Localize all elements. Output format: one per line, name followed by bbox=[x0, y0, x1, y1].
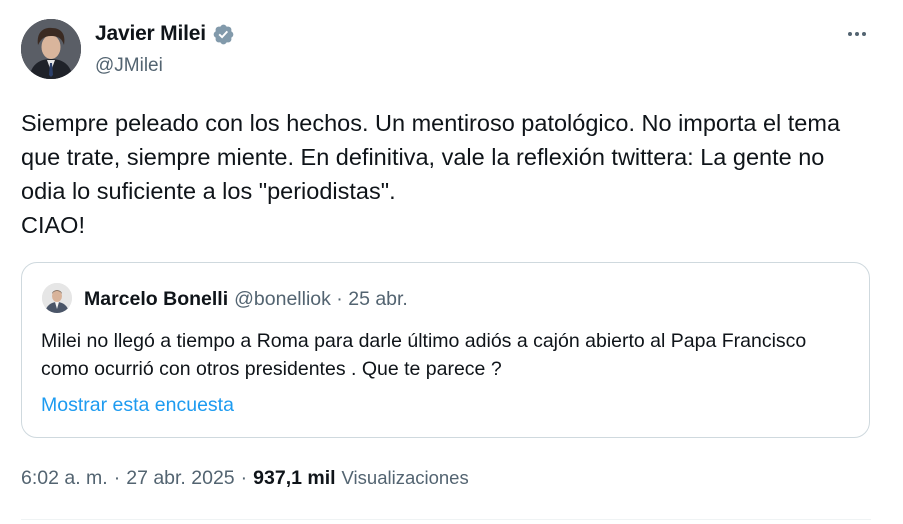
quoted-tweet-header: Marcelo Bonelli @bonelliok · 25 abr. bbox=[84, 288, 408, 311]
more-horizontal-icon bbox=[848, 32, 852, 36]
meta-separator: · bbox=[240, 467, 248, 489]
author-name-row: Javier Milei bbox=[95, 22, 235, 46]
tweet-text: Siempre peleado con los hechos. Un menti… bbox=[21, 110, 841, 238]
quoted-author-name: Marcelo Bonelli bbox=[84, 288, 229, 310]
tweet-meta-row: 6:02 a. m. · 27 abr. 2025 · 937,1 mil Vi… bbox=[21, 467, 469, 490]
views-label: Visualizaciones bbox=[341, 467, 469, 488]
meta-separator: · bbox=[113, 467, 121, 489]
tweet-date[interactable]: 27 abr. 2025 bbox=[126, 467, 234, 490]
more-horizontal-icon bbox=[855, 32, 859, 36]
views-count: 937,1 mil bbox=[253, 467, 336, 489]
tweet-container: Javier Milei @JMilei Siempre peleado con… bbox=[0, 0, 903, 524]
more-options-button[interactable] bbox=[843, 22, 871, 46]
quoted-author-meta: @bonelliok · 25 abr. bbox=[234, 288, 408, 310]
author-avatar[interactable] bbox=[21, 19, 81, 79]
quoted-tweet-text: Milei no llegó a tiempo a Roma para darl… bbox=[41, 330, 807, 380]
show-poll-link[interactable]: Mostrar esta encuesta bbox=[41, 394, 234, 417]
more-horizontal-icon bbox=[862, 32, 866, 36]
tweet-time[interactable]: 6:02 a. m. bbox=[21, 467, 108, 490]
bottom-divider bbox=[21, 519, 871, 520]
verified-badge-icon[interactable] bbox=[212, 23, 235, 46]
author-display-name[interactable]: Javier Milei bbox=[95, 22, 206, 46]
author-handle[interactable]: @JMilei bbox=[95, 55, 163, 77]
quoted-author-avatar bbox=[42, 283, 72, 313]
quoted-tweet-card[interactable]: Marcelo Bonelli @bonelliok · 25 abr. Mil… bbox=[21, 262, 870, 438]
